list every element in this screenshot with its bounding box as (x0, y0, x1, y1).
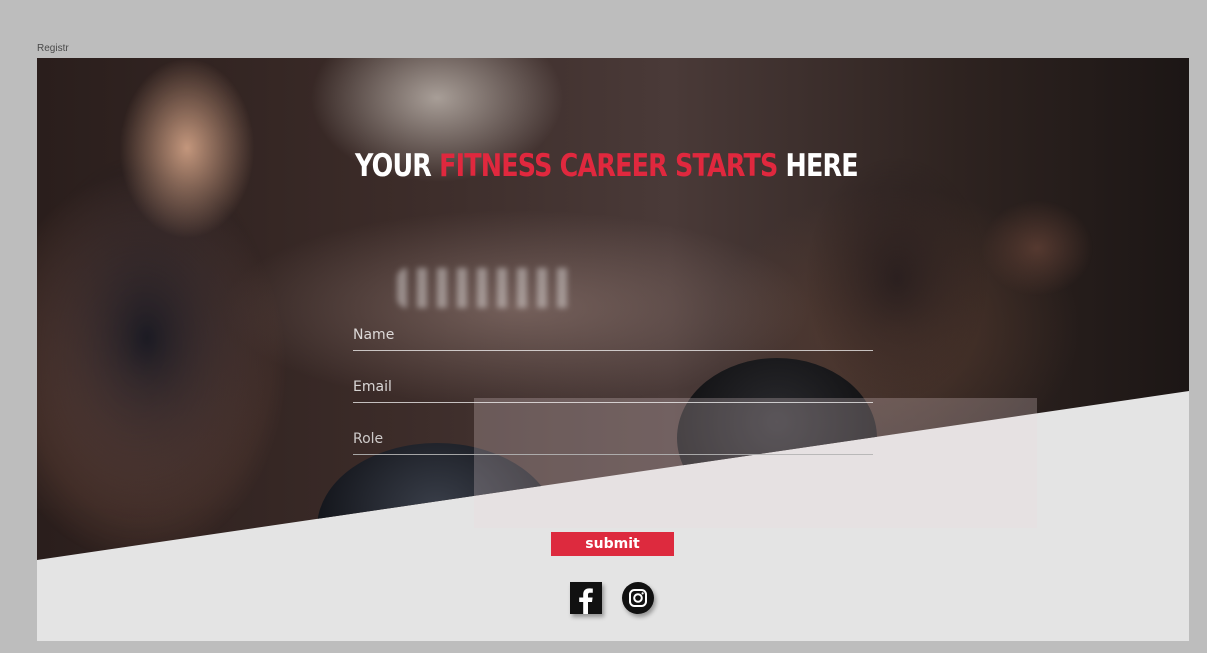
role-field-wrapper (353, 424, 873, 476)
facebook-icon[interactable] (570, 582, 602, 614)
facebook-glyph (579, 588, 593, 614)
instagram-glyph (629, 589, 647, 607)
page-headline: YOUR FITNESS CAREER STARTS HERE (355, 148, 859, 184)
headline-part-here: HERE (785, 148, 859, 184)
instagram-icon[interactable] (622, 582, 654, 614)
submit-button[interactable]: submit (551, 532, 674, 556)
role-input[interactable] (353, 424, 873, 455)
headline-part-fitness-career: FITNESS CAREER STARTS (439, 148, 778, 184)
email-field-wrapper (353, 372, 873, 424)
name-input[interactable] (353, 320, 873, 351)
gym-lights (397, 268, 577, 308)
registration-page: YOUR FITNESS CAREER STARTS HERE submit (37, 58, 1189, 641)
frame-label: Registr (37, 43, 69, 54)
email-input[interactable] (353, 372, 873, 403)
social-links (570, 582, 654, 614)
registration-form (353, 320, 873, 476)
headline-part-your: YOUR (355, 148, 432, 184)
hero-athlete-woman (37, 58, 337, 560)
name-field-wrapper (353, 320, 873, 372)
